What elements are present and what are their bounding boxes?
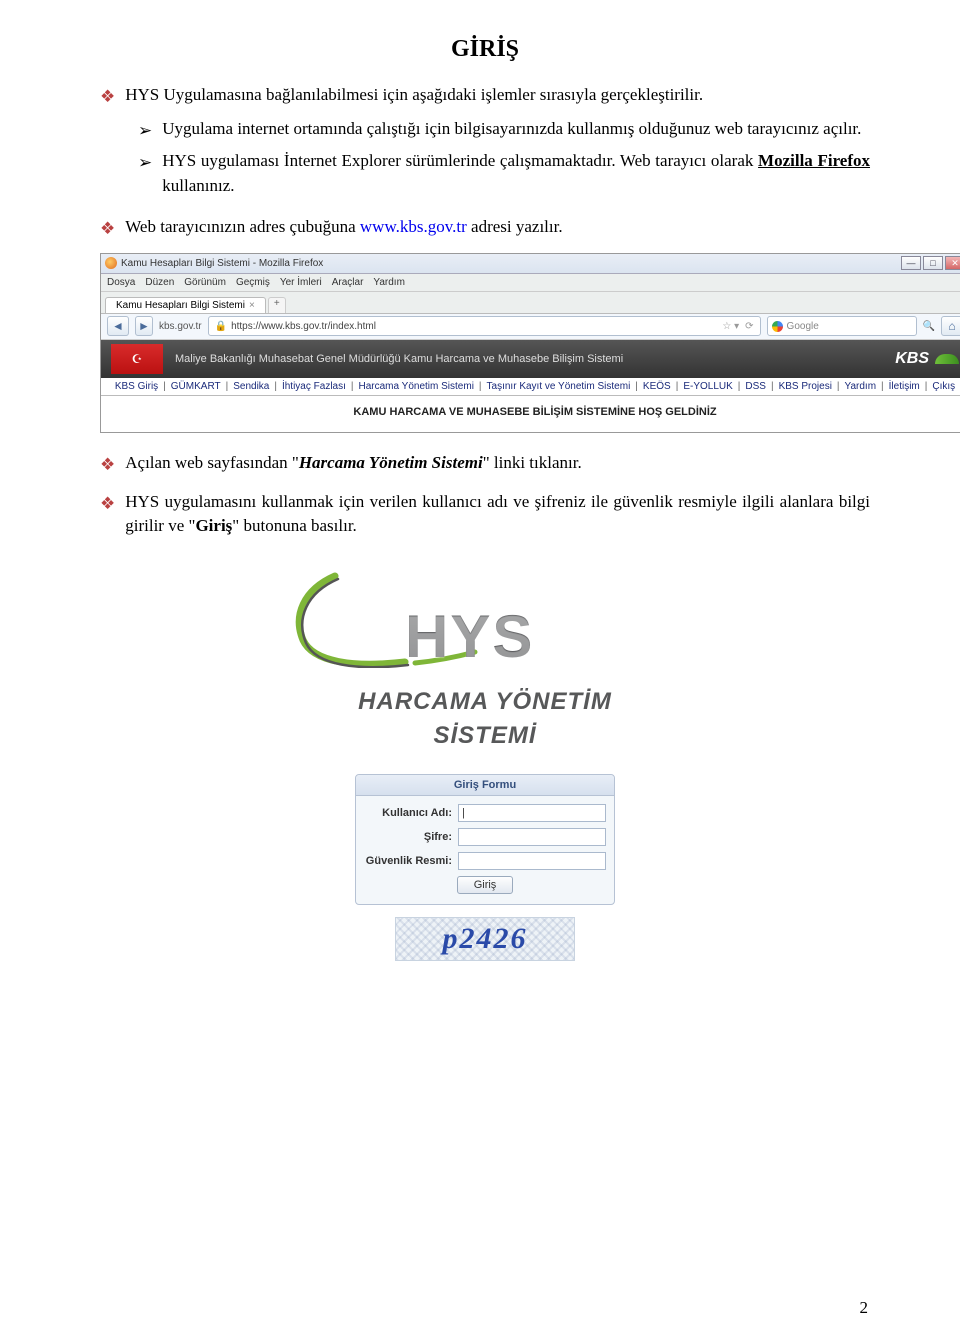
menu-item[interactable]: Dosya [107, 277, 135, 288]
kbs-menu-item[interactable]: KEÖS [643, 381, 671, 392]
browser-screenshot: Kamu Hesapları Bilgi Sistemi - Mozilla F… [100, 253, 960, 433]
maximize-button[interactable]: □ [923, 256, 943, 270]
kbs-menu-item[interactable]: GÜMKART [171, 381, 221, 392]
captcha-label: Güvenlik Resmi: [364, 855, 458, 867]
diamond-bullet-icon: ❖ [100, 217, 115, 241]
kbs-header-text: Maliye Bakanlığı Muhasebat Genel Müdürlü… [175, 353, 883, 365]
bullet-2-text: Web tarayıcınızın adres çubuğuna www.kbs… [125, 215, 562, 239]
nav-domain: kbs.gov.tr [159, 321, 202, 332]
new-tab-button[interactable]: + [268, 297, 286, 313]
search-icon[interactable]: 🔍 [923, 321, 935, 332]
hys-logo-block: HYS HARCAMA YÖNETİM SİSTEMİ Giriş Formu … [245, 568, 725, 961]
hys-subtitle-1: HARCAMA YÖNETİM [245, 688, 725, 716]
kbs-menu-item[interactable]: Sendika [233, 381, 269, 392]
captcha-input[interactable] [458, 852, 606, 870]
kbs-menu-item[interactable]: E-YOLLUK [683, 381, 732, 392]
browser-titlebar: Kamu Hesapları Bilgi Sistemi - Mozilla F… [101, 254, 960, 274]
bullet-3-text: Açılan web sayfasından "Harcama Yönetim … [125, 451, 581, 475]
search-input[interactable]: Google [767, 316, 917, 336]
kbs-menu-item[interactable]: DSS [745, 381, 766, 392]
tab-close-icon[interactable]: × [249, 300, 255, 311]
bullet-1-text: HYS Uygulamasına bağlanılabilmesi için a… [125, 83, 703, 107]
url-text: https://www.kbs.gov.tr/index.html [231, 321, 376, 332]
welcome-text: KAMU HARCAMA VE MUHASEBE BİLİŞİM SİSTEMİ… [101, 396, 960, 432]
emphasis-giris: Giriş [195, 516, 232, 535]
captcha-image: p2426 [395, 917, 575, 961]
window-title: Kamu Hesapları Bilgi Sistemi - Mozilla F… [121, 258, 323, 269]
firefox-icon [105, 257, 117, 269]
kbs-menu-item[interactable]: Yardım [845, 381, 877, 392]
username-input[interactable]: | [458, 804, 606, 822]
url-input[interactable]: 🔒 https://www.kbs.gov.tr/index.html ☆ ▾ … [208, 316, 761, 336]
arrow-bullet-icon: ➢ [138, 151, 152, 176]
username-label: Kullanıcı Adı: [364, 807, 458, 819]
home-button[interactable]: ⌂ [941, 316, 960, 336]
menu-item[interactable]: Yardım [373, 277, 405, 288]
kbs-menu-item[interactable]: Çıkış [932, 381, 955, 392]
tab-label: Kamu Hesapları Bilgi Sistemi [116, 300, 245, 311]
kbs-menu-item[interactable]: KBS Giriş [115, 381, 158, 392]
password-input[interactable] [458, 828, 606, 846]
browser-tabbar: Kamu Hesapları Bilgi Sistemi × + [101, 292, 960, 314]
emphasis-mozilla: Mozilla Firefox [758, 151, 870, 170]
page-number: 2 [860, 1298, 869, 1318]
search-placeholder: Google [787, 321, 819, 332]
browser-addressbar: ◄ ► kbs.gov.tr 🔒 https://www.kbs.gov.tr/… [101, 314, 960, 340]
kbs-header: ☪ Maliye Bakanlığı Muhasebat Genel Müdür… [101, 340, 960, 378]
kbs-menu-item[interactable]: Harcama Yönetim Sistemi [359, 381, 474, 392]
browser-tab[interactable]: Kamu Hesapları Bilgi Sistemi × [105, 297, 266, 313]
diamond-bullet-icon: ❖ [100, 492, 115, 516]
menu-item[interactable]: Geçmiş [236, 277, 270, 288]
menu-item[interactable]: Yer İmleri [280, 277, 322, 288]
login-button[interactable]: Giriş [457, 876, 514, 894]
flag-icon: ☪ [111, 344, 163, 374]
kbs-menu-item[interactable]: Taşınır Kayıt ve Yönetim Sistemi [487, 381, 631, 392]
diamond-bullet-icon: ❖ [100, 453, 115, 477]
emphasis-hys-link: Harcama Yönetim Sistemi [299, 453, 483, 472]
link-kbs-url: www.kbs.gov.tr [360, 217, 467, 236]
diamond-bullet-icon: ❖ [100, 85, 115, 109]
menu-item[interactable]: Araçlar [332, 277, 364, 288]
forward-button[interactable]: ► [135, 316, 153, 336]
page-title: GİRİŞ [100, 36, 870, 63]
menu-item[interactable]: Düzen [145, 277, 174, 288]
password-label: Şifre: [364, 831, 458, 843]
kbs-menu: KBS Giriş| GÜMKART| Sendika| İhtiyaç Faz… [101, 378, 960, 396]
login-form-header: Giriş Formu [356, 775, 614, 796]
google-icon [772, 321, 783, 332]
kbs-menu-item[interactable]: İhtiyaç Fazlası [282, 381, 346, 392]
hys-logo-text: HYS [405, 602, 534, 671]
kbs-logo: KBS [895, 350, 959, 368]
login-form: Giriş Formu Kullanıcı Adı: | Şifre: Güve… [355, 774, 615, 905]
close-button[interactable]: ✕ [945, 256, 960, 270]
bullet-4-text: HYS uygulamasını kullanmak için verilen … [125, 490, 870, 538]
refresh-icon[interactable]: ⟳ [745, 321, 753, 332]
hys-subtitle-2: SİSTEMİ [245, 722, 725, 750]
arrow-2-text: HYS uygulaması İnternet Explorer sürümle… [162, 149, 870, 198]
arrow-1-text: Uygulama internet ortamında çalıştığı iç… [162, 117, 861, 142]
menu-item[interactable]: Görünüm [184, 277, 226, 288]
browser-menubar: Dosya Düzen Görünüm Geçmiş Yer İmleri Ar… [101, 274, 960, 292]
kbs-menu-item[interactable]: İletişim [889, 381, 920, 392]
back-button[interactable]: ◄ [107, 316, 129, 336]
kbs-menu-item[interactable]: KBS Projesi [779, 381, 832, 392]
lock-icon: 🔒 [215, 321, 227, 332]
minimize-button[interactable]: — [901, 256, 921, 270]
arrow-bullet-icon: ➢ [138, 119, 152, 144]
